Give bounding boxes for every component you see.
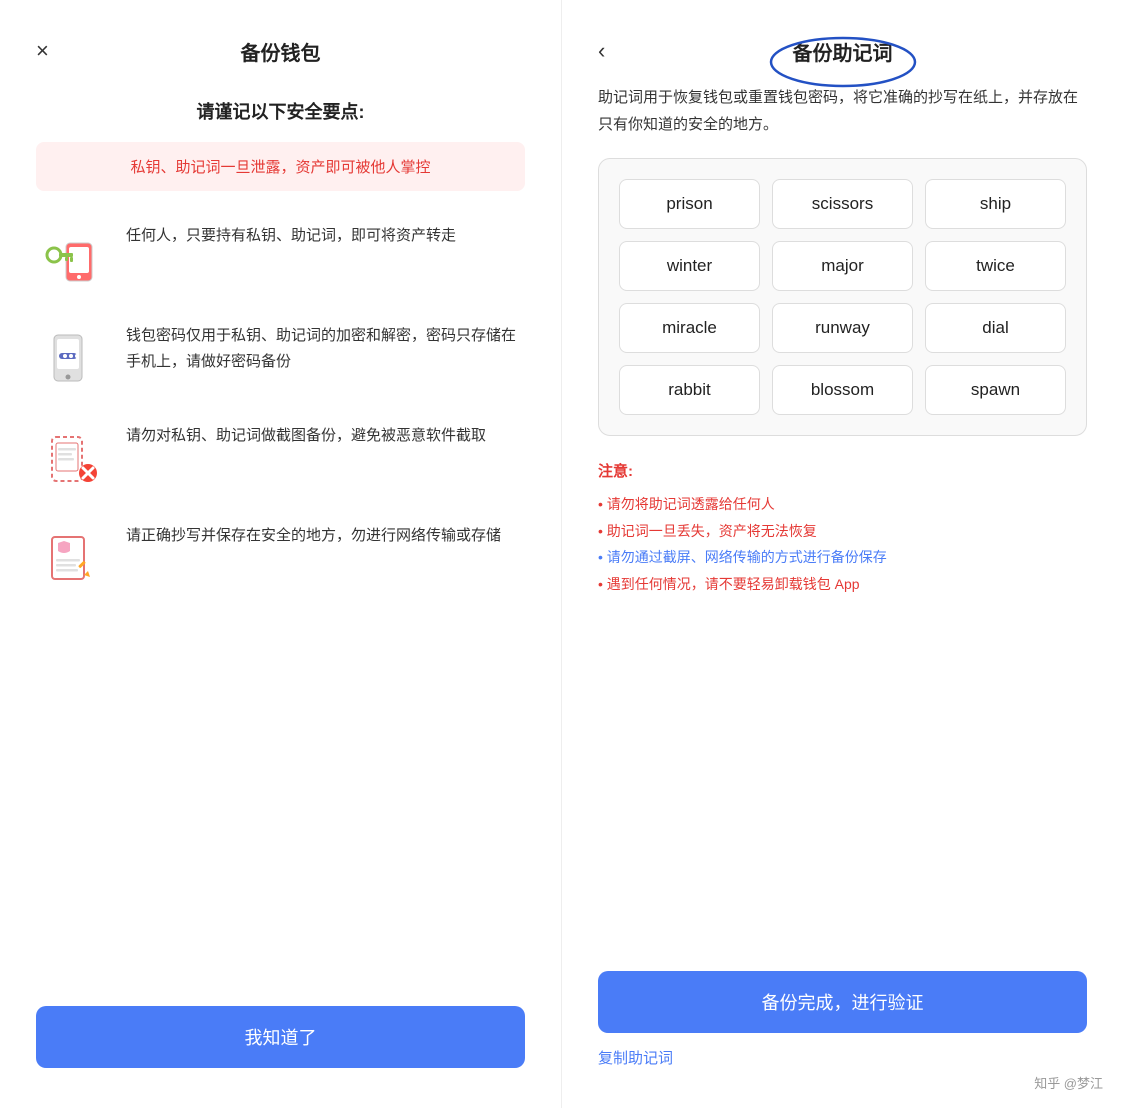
mnemonic-word-2: scissors: [772, 179, 913, 229]
mnemonic-word-3: ship: [925, 179, 1066, 229]
mnemonic-word-9: dial: [925, 303, 1066, 353]
right-panel: ‹ 备份助记词 助记词用于恢复钱包或重置钱包密码，将它准确的抄写在纸上，并存放在…: [562, 0, 1123, 1108]
key-phone-icon: [36, 223, 108, 295]
notices-container: • 请勿将助记词透露给任何人• 助记词一旦丢失，资产将无法恢复• 请勿通过截屏、…: [598, 491, 1087, 597]
security-heading: 请谨记以下安全要点:: [36, 98, 525, 124]
mnemonic-word-4: winter: [619, 241, 760, 291]
mnemonic-word-6: twice: [925, 241, 1066, 291]
description: 助记词用于恢复钱包或重置钱包密码，将它准确的抄写在纸上，并存放在只有你知道的安全…: [598, 84, 1087, 138]
notice-item-1: • 请勿将助记词透露给任何人: [598, 491, 1087, 518]
security-text-4: 请正确抄写并保存在安全的地方，勿进行网络传输或存储: [126, 523, 501, 549]
left-footer: 我知道了: [36, 976, 525, 1068]
right-footer: 备份完成，进行验证 复制助记词: [598, 951, 1087, 1068]
security-item-1: 任何人，只要持有私钥、助记词，即可将资产转走: [36, 223, 525, 295]
notice-item-4: • 遇到任何情况，请不要轻易卸载钱包 App: [598, 571, 1087, 598]
security-text-3: 请勿对私钥、助记词做截图备份，避免被恶意软件截取: [126, 423, 486, 449]
security-text-1: 任何人，只要持有私钥、助记词，即可将资产转走: [126, 223, 456, 249]
notice-title: 注意:: [598, 460, 1087, 481]
copy-mnemonic-button[interactable]: 复制助记词: [598, 1047, 673, 1068]
right-title: 备份助记词: [793, 37, 893, 66]
confirm-button[interactable]: 我知道了: [36, 1006, 525, 1068]
back-button[interactable]: ‹: [598, 40, 605, 62]
notice-item-3: • 请勿通过截屏、网络传输的方式进行备份保存: [598, 544, 1087, 571]
left-title: 备份钱包: [241, 37, 321, 66]
mnemonic-word-10: rabbit: [619, 365, 760, 415]
security-item-2: 钱包密码仅用于私钥、助记词的加密和解密，密码只存储在手机上，请做好密码备份: [36, 323, 525, 395]
mnemonic-word-12: spawn: [925, 365, 1066, 415]
verify-button[interactable]: 备份完成，进行验证: [598, 971, 1087, 1033]
security-item-4: 请正确抄写并保存在安全的地方，勿进行网络传输或存储: [36, 523, 525, 595]
right-header: ‹ 备份助记词: [598, 40, 1087, 62]
mnemonic-word-5: major: [772, 241, 913, 291]
security-item-3: 请勿对私钥、助记词做截图备份，避免被恶意软件截取: [36, 423, 525, 495]
mnemonic-word-11: blossom: [772, 365, 913, 415]
security-text-2: 钱包密码仅用于私钥、助记词的加密和解密，密码只存储在手机上，请做好密码备份: [126, 323, 525, 374]
notice-item-2: • 助记词一旦丢失，资产将无法恢复: [598, 518, 1087, 545]
close-button[interactable]: ×: [36, 40, 49, 62]
mnemonic-word-8: runway: [772, 303, 913, 353]
write-icon: [36, 523, 108, 595]
warning-banner: 私钥、助记词一旦泄露，资产即可被他人掌控: [36, 142, 525, 191]
screenshot-icon: [36, 423, 108, 495]
mnemonic-word-1: prison: [619, 179, 760, 229]
left-header: × 备份钱包: [36, 40, 525, 62]
phone-lock-icon: [36, 323, 108, 395]
watermark: 知乎 @梦江: [1034, 1073, 1103, 1092]
mnemonic-grid: prisonscissorsship wintermajortwice miracl…: [598, 158, 1087, 436]
left-panel: × 备份钱包 请谨记以下安全要点: 私钥、助记词一旦泄露，资产即可被他人掌控 任…: [0, 0, 562, 1108]
mnemonic-word-7: miracle: [619, 303, 760, 353]
notice-section: 注意: • 请勿将助记词透露给任何人• 助记词一旦丢失，资产将无法恢复• 请勿通…: [598, 460, 1087, 597]
